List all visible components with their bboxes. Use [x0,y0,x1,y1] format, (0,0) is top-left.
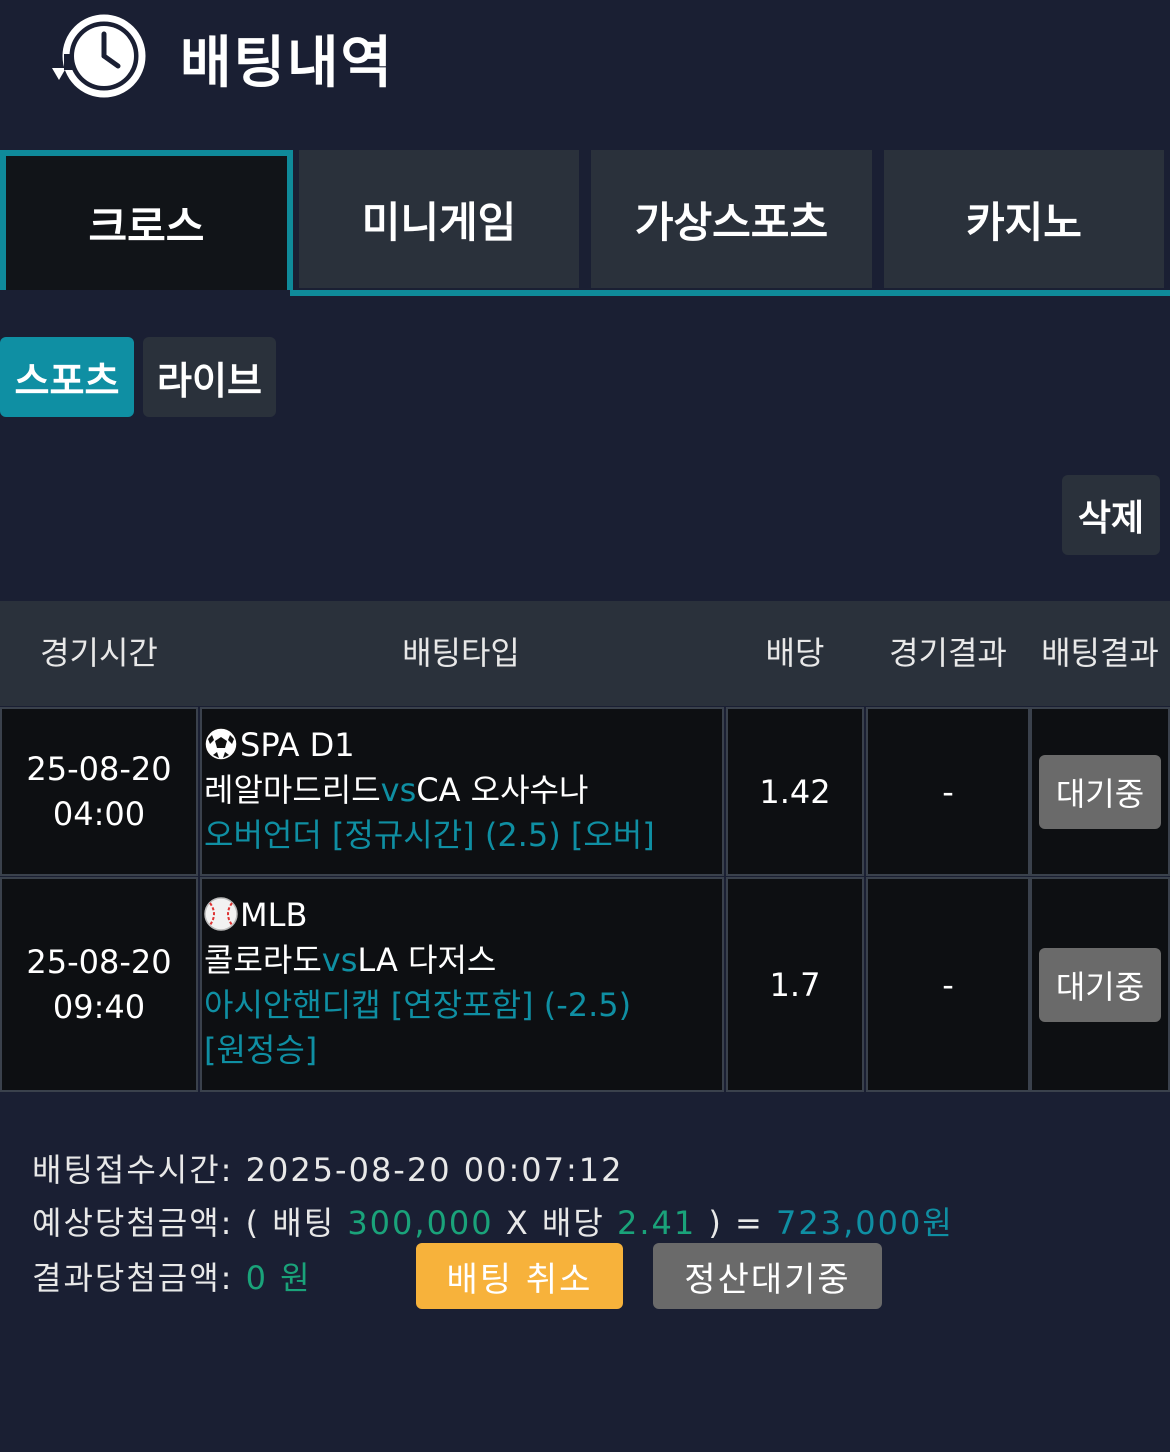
match-result-cell: - [866,707,1030,876]
table-row: 25-08-20 04:00 SPA D1 레알마드리드vsCA 오사수나 오버… [0,707,1170,876]
receipt-label: 배팅접수시간: [32,1151,234,1189]
league-name: MLB [240,896,308,934]
odds-label: 배당 [541,1204,605,1242]
table-row: 25-08-20 09:40 MLB 콜로라도vsLA 다저스 아시안핸디캡 [… [0,877,1170,1092]
tab-underline [290,290,1170,296]
expected-amount: 723,000원 [776,1204,954,1242]
bet-amount: 300,000 [347,1204,494,1242]
tab-cross[interactable]: 크로스 [0,150,293,290]
home-team: 레알마드리드 [204,771,381,809]
odds-cell: 1.7 [726,877,864,1092]
league-name: SPA D1 [240,726,355,764]
match-time-cell: 25-08-20 09:40 [0,877,198,1092]
header-odds: 배당 [765,634,825,672]
header-bet-result: 배팅결과 [1041,634,1159,672]
total-odds: 2.41 [616,1204,697,1242]
header-match-result: 경기결과 [889,634,1007,672]
baseball-icon [204,897,238,931]
bet-type-cell: SPA D1 레알마드리드vsCA 오사수나 오버언더 [정규시간] (2.5)… [200,707,724,876]
cancel-bet-button[interactable]: 배팅 취소 [416,1243,623,1309]
vs-label: vs [380,771,417,809]
status-badge[interactable]: 대기중 [1039,947,1161,1022]
home-team: 콜로라도 [204,941,322,979]
open-paren: ( [245,1204,261,1242]
settlement-pending-button[interactable]: 정산대기중 [653,1243,882,1309]
page-title: 배팅내역 [180,31,395,96]
match-date: 25-08-20 [26,942,172,981]
bet-type-cell: MLB 콜로라도vsLA 다저스 아시안핸디캡 [연장포함] (-2.5) [원… [200,877,724,1092]
result-win-line: 결과당첨금액: 0 원 [32,1253,312,1299]
expected-label: 예상당첨금액: [32,1204,234,1242]
bet-option-pick: [원정승] [204,1031,318,1069]
tab-virtual-sports[interactable]: 가상스포츠 [591,150,872,288]
away-team: LA 다저스 [357,941,497,979]
away-team: CA 오사수나 [416,771,589,809]
odds-cell: 1.42 [726,707,864,876]
bet-label: 배팅 [272,1204,336,1242]
delete-button[interactable]: 삭제 [1062,475,1160,555]
match-time: 09:40 [52,987,146,1026]
receipt-time: 2025-08-20 00:07:12 [245,1151,624,1189]
match-time-cell: 25-08-20 04:00 [0,707,198,876]
match-time: 04:00 [52,794,146,833]
bet-result-cell: 대기중 [1030,877,1170,1092]
status-badge[interactable]: 대기중 [1039,754,1161,829]
subtab-sports[interactable]: 스포츠 [0,337,134,417]
soccer-ball-icon [204,727,238,761]
result-unit: 원 [280,1259,312,1297]
subtab-live[interactable]: 라이브 [143,337,276,417]
receipt-time-line: 배팅접수시간: 2025-08-20 00:07:12 [32,1145,623,1191]
header-bet-type: 배팅타입 [402,634,520,672]
tab-casino[interactable]: 카지노 [884,150,1164,288]
main-tabs: 크로스 미니게임 가상스포츠 카지노 [0,150,1170,296]
match-result-cell: - [866,877,1030,1092]
result-amount: 0 [245,1259,268,1297]
expected-win-line: 예상당첨금액: ( 배팅 300,000 X 배당 2.41 ) = 723,0… [32,1198,954,1244]
result-label: 결과당첨금액: [32,1259,234,1297]
tab-minigame[interactable]: 미니게임 [299,150,579,288]
bet-option: 아시안핸디캡 [연장포함] (-2.5) [204,986,632,1024]
times-sign: X [505,1204,530,1242]
bet-result-cell: 대기중 [1030,707,1170,876]
close-paren-equals: ) = [708,1204,764,1242]
table-header: 경기시간 배팅타입 배당 경기결과 배팅결과 [0,601,1170,706]
page-header: 배팅내역 [0,0,1170,120]
vs-label: vs [321,941,358,979]
match-date: 25-08-20 [26,749,172,788]
bet-option: 오버언더 [정규시간] (2.5) [오버] [204,816,655,854]
header-match-time: 경기시간 [40,634,158,672]
history-clock-icon [50,10,150,102]
